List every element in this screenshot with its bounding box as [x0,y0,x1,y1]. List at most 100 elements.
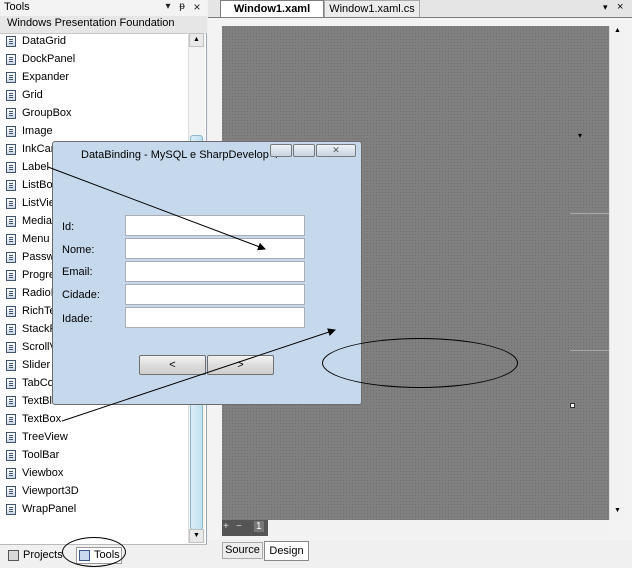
toolbox-item-label: TreeView [22,431,68,443]
toolbox-item-label: Viewbox [22,467,64,479]
scroll-up-arrow-icon[interactable]: ▲ [610,27,625,39]
control-icon [6,126,16,137]
zoom-in-icon[interactable]: + [223,521,229,532]
maximize-button[interactable] [293,144,315,157]
textbox-cidade[interactable] [125,284,305,305]
snap-guide-line [570,213,609,214]
close-button[interactable]: ✕ [316,144,356,157]
toolbox-item-label: Grid [22,89,43,101]
control-icon [6,432,16,443]
control-icon [6,90,16,101]
control-icon [6,414,16,425]
control-icon [6,468,16,479]
document-list-dropdown-icon[interactable]: ▾ [603,2,608,13]
toolbox-item[interactable]: Image [0,123,186,141]
toolbox-item-label: DockPanel [22,53,76,65]
design-vertical-scrollbar[interactable]: ▲ ▼ [609,26,625,520]
toolbox-item[interactable]: TextBox [0,411,186,429]
control-icon [6,378,16,389]
control-icon [6,36,16,47]
tab-projects[interactable]: Projects [8,548,64,565]
control-icon [6,288,16,299]
toolbox-item[interactable]: DockPanel [0,51,186,69]
tools-title: Tools [4,1,30,13]
toolbox-item-label: Label [22,161,49,173]
control-icon [6,360,16,371]
tab-design[interactable]: Design [264,541,309,561]
window-title: DataBinding - MySQL e SharpDevelop 4 [81,149,279,161]
control-icon [6,162,16,173]
control-icon [6,306,16,317]
resize-handle[interactable] [570,403,575,408]
toolbox-item-label: TextBox [22,413,62,425]
label-idade: Idade: [62,313,93,325]
zoom-out-icon[interactable]: − [236,521,242,532]
design-horizontal-scrollbar[interactable] [268,520,609,536]
zoom-control: + − 1 [222,520,268,536]
control-icon [6,180,16,191]
toolbox-item-label: Menu [22,233,50,245]
selection-menu-icon[interactable]: ▾ [578,131,582,140]
label-id: Id: [62,221,75,233]
toolbox-item-label: Slider [22,359,51,371]
control-icon [6,504,16,515]
control-icon [6,144,16,155]
tools-header: Tools ▾ ᵽ × [0,0,207,17]
toolbox-item-label: Viewport3D [22,485,79,497]
control-icon [6,270,16,281]
toolbox-item-label: Expander [22,71,70,83]
projects-icon [8,550,19,561]
designed-window[interactable]: DataBinding - MySQL e SharpDevelop 4 ✕ I… [52,141,362,405]
toolbox-item[interactable]: Expander [0,69,186,87]
toolbox-item[interactable]: DataGrid [0,33,186,51]
control-icon [6,396,16,407]
toolbox-item[interactable]: Grid [0,87,186,105]
control-icon [6,324,16,335]
zoom-level[interactable]: 1 [254,521,264,532]
tab-window1-xaml-cs[interactable]: Window1.xaml.cs [324,0,420,17]
close-icon[interactable]: × [191,0,203,14]
tab-projects-label: Projects [23,549,63,561]
control-icon [6,450,16,461]
control-icon [6,342,16,353]
previous-button[interactable]: < [139,355,206,375]
toolbox-item[interactable]: TreeView [0,429,186,447]
control-icon [6,108,16,119]
control-icon [6,198,16,209]
minimize-button[interactable] [270,144,292,157]
toolbox-category-header[interactable]: Windows Presentation Foundation [0,16,207,34]
control-icon [6,234,16,245]
toolbox-item-label: ToolBar [22,449,60,461]
snap-guide-line [570,350,609,351]
control-icon [6,72,16,83]
label-nome: Nome: [62,244,95,256]
annotation-ellipse-buttons [322,338,518,388]
window-position-dropdown-icon[interactable]: ▾ [162,1,174,12]
scroll-up-arrow-icon[interactable]: ▲ [189,33,204,47]
toolbox-item-label: GroupBox [22,107,72,119]
control-icon [6,486,16,497]
control-icon [6,216,16,227]
annotation-ellipse-tools-tab [62,537,126,567]
toolbox-item[interactable]: ToolBar [0,447,186,465]
toolbox-item[interactable]: WrapPanel [0,501,186,519]
scroll-down-arrow-icon[interactable]: ▼ [189,529,204,543]
control-icon [6,252,16,263]
textbox-idade[interactable] [125,307,305,328]
label-cidade: Cidade: [62,289,100,301]
close-document-icon[interactable]: × [617,1,623,13]
tab-window1-xaml[interactable]: Window1.xaml [220,0,324,17]
pushpin-icon[interactable]: ᵽ [176,1,188,12]
category-label: Windows Presentation Foundation [7,17,175,29]
textbox-id[interactable] [125,215,305,236]
toolbox-item[interactable]: Viewbox [0,465,186,483]
toolbox-item-label: Image [22,125,53,137]
toolbox-item-label: WrapPanel [22,503,77,515]
toolbox-item[interactable]: GroupBox [0,105,186,123]
textbox-nome[interactable] [125,238,305,259]
toolbox-item[interactable]: Viewport3D [0,483,186,501]
scroll-down-arrow-icon[interactable]: ▼ [610,507,625,519]
textbox-email[interactable] [125,261,305,282]
tab-source[interactable]: Source [222,542,263,559]
next-button[interactable]: > [207,355,274,375]
